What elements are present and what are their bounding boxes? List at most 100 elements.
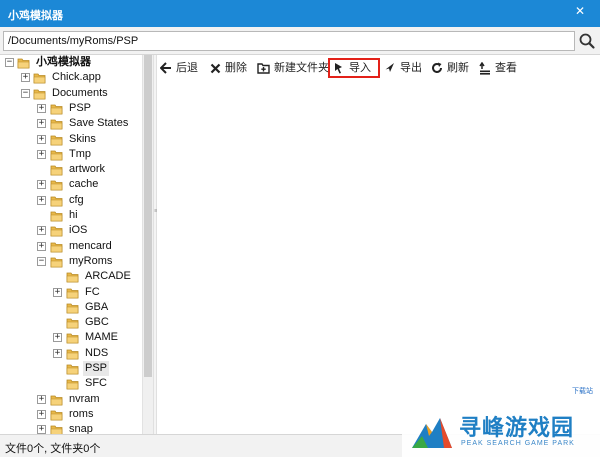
- delete-x-icon: [210, 63, 221, 73]
- import-button[interactable]: 导入: [328, 58, 380, 78]
- expand-icon[interactable]: +: [37, 134, 46, 144]
- collapse-icon[interactable]: −: [5, 58, 14, 67]
- new-folder-button[interactable]: 新建文件夹: [254, 58, 332, 78]
- tree-item[interactable]: + MAME: [0, 330, 153, 345]
- expand-icon[interactable]: +: [37, 425, 46, 434]
- tree-item[interactable]: ARCADE: [0, 269, 153, 284]
- folder-icon: [50, 119, 63, 130]
- back-button[interactable]: 后退: [157, 58, 201, 78]
- path-input[interactable]: [3, 31, 575, 51]
- view-button[interactable]: 查看: [476, 58, 520, 78]
- tree-item[interactable]: + roms: [0, 407, 153, 422]
- tree-item[interactable]: + snap: [0, 422, 153, 434]
- folder-icon: [50, 150, 63, 161]
- toolbar: 后退 删除 新建文件夹 导入 导出 刷新 查看: [157, 55, 600, 81]
- expand-icon[interactable]: +: [37, 103, 46, 113]
- back-label: 后退: [176, 62, 198, 74]
- new-folder-icon: [257, 63, 270, 74]
- watermark-small-text: 下载站: [572, 388, 593, 395]
- folder-icon: [50, 104, 63, 115]
- folder-icon: [66, 349, 79, 360]
- collapse-icon[interactable]: −: [37, 256, 46, 266]
- tree-item[interactable]: hi: [0, 208, 153, 223]
- refresh-label: 刷新: [447, 62, 469, 74]
- watermark: 寻峰游戏园 PEAK SEARCH GAME PARK: [402, 404, 600, 457]
- expand-icon[interactable]: +: [37, 119, 46, 129]
- tree-item[interactable]: GBC: [0, 315, 153, 330]
- import-icon: [335, 63, 342, 74]
- tree-item[interactable]: + Skins: [0, 132, 153, 147]
- tree-item[interactable]: + iOS: [0, 223, 153, 238]
- tree-item-label: 小鸡模拟器: [36, 56, 91, 68]
- tree-item[interactable]: + Save States: [0, 116, 153, 131]
- tree-item[interactable]: PSP: [0, 361, 153, 376]
- expand-icon[interactable]: +: [53, 287, 62, 297]
- expand-icon[interactable]: +: [37, 226, 46, 236]
- folder-icon: [33, 73, 46, 84]
- tree-item-label: Chick.app: [52, 71, 101, 84]
- folder-icon: [50, 196, 63, 207]
- tree-item[interactable]: − 小鸡模拟器: [0, 55, 153, 70]
- file-list-area[interactable]: [157, 81, 600, 434]
- tree-item[interactable]: + FC: [0, 285, 153, 300]
- delete-label: 删除: [225, 62, 247, 74]
- tree-item-label: FC: [85, 285, 100, 298]
- tree-item[interactable]: + mencard: [0, 239, 153, 254]
- delete-button[interactable]: 删除: [207, 58, 250, 78]
- folder-icon: [66, 288, 79, 298]
- view-sort-icon: [479, 61, 490, 75]
- tree-item-label: Save States: [69, 117, 129, 130]
- tree-item[interactable]: − Documents: [0, 86, 153, 101]
- folder-icon: [50, 395, 63, 405]
- mountain-logo-icon: [412, 418, 452, 448]
- tree-item[interactable]: SFC: [0, 376, 153, 391]
- refresh-button[interactable]: 刷新: [428, 58, 472, 78]
- tree-item-label: artwork: [69, 163, 106, 176]
- tree-item-label: hi: [69, 209, 78, 221]
- tree-item-label: cache: [69, 178, 99, 191]
- window-title: 小鸡模拟器: [8, 10, 63, 22]
- expand-icon[interactable]: +: [37, 241, 46, 251]
- tree-item-label: Documents: [52, 86, 108, 99]
- tree-item[interactable]: + PSP: [0, 101, 153, 116]
- tree-item[interactable]: − myRoms: [0, 254, 153, 269]
- tree-item[interactable]: + nvram: [0, 392, 153, 407]
- tree-item-label: MAME: [85, 331, 118, 344]
- expand-icon[interactable]: +: [37, 149, 46, 159]
- export-icon: [385, 63, 394, 73]
- view-label: 查看: [495, 62, 517, 74]
- folder-icon: [50, 165, 63, 176]
- tree-item-label: SFC: [85, 377, 107, 390]
- tree-scrollbar[interactable]: [142, 55, 153, 434]
- folder-icon: [66, 303, 79, 314]
- expand-icon[interactable]: +: [53, 333, 62, 343]
- tree-item[interactable]: + cfg: [0, 193, 153, 208]
- expand-icon[interactable]: +: [37, 180, 46, 190]
- expand-icon[interactable]: +: [53, 348, 62, 358]
- folder-icon: [66, 364, 79, 375]
- expand-icon[interactable]: +: [21, 73, 30, 83]
- folder-icon: [50, 242, 63, 252]
- tree-item-label: PSP: [83, 361, 110, 376]
- tree-scrollbar-thumb[interactable]: [144, 55, 152, 377]
- expand-icon[interactable]: +: [37, 409, 46, 419]
- folder-icon: [66, 379, 79, 390]
- close-button[interactable]: ✕: [560, 0, 600, 22]
- folder-icon: [50, 135, 63, 145]
- tree-item[interactable]: + Tmp: [0, 147, 153, 162]
- folder-icon: [17, 58, 30, 69]
- tree-item[interactable]: + NDS: [0, 346, 153, 361]
- export-button[interactable]: 导出: [381, 58, 425, 78]
- expand-icon[interactable]: +: [37, 394, 46, 404]
- expand-icon[interactable]: +: [37, 195, 46, 205]
- export-label: 导出: [400, 62, 422, 74]
- tree-item[interactable]: GBA: [0, 300, 153, 315]
- collapse-icon[interactable]: −: [21, 88, 30, 98]
- tree-item[interactable]: + Chick.app: [0, 70, 153, 85]
- tree-item-label: NDS: [85, 346, 109, 359]
- tree-item[interactable]: artwork: [0, 162, 153, 177]
- folder-icon: [66, 318, 79, 329]
- tree-item-label: GBA: [85, 300, 109, 313]
- tree-item[interactable]: + cache: [0, 177, 153, 192]
- search-button[interactable]: [577, 31, 597, 51]
